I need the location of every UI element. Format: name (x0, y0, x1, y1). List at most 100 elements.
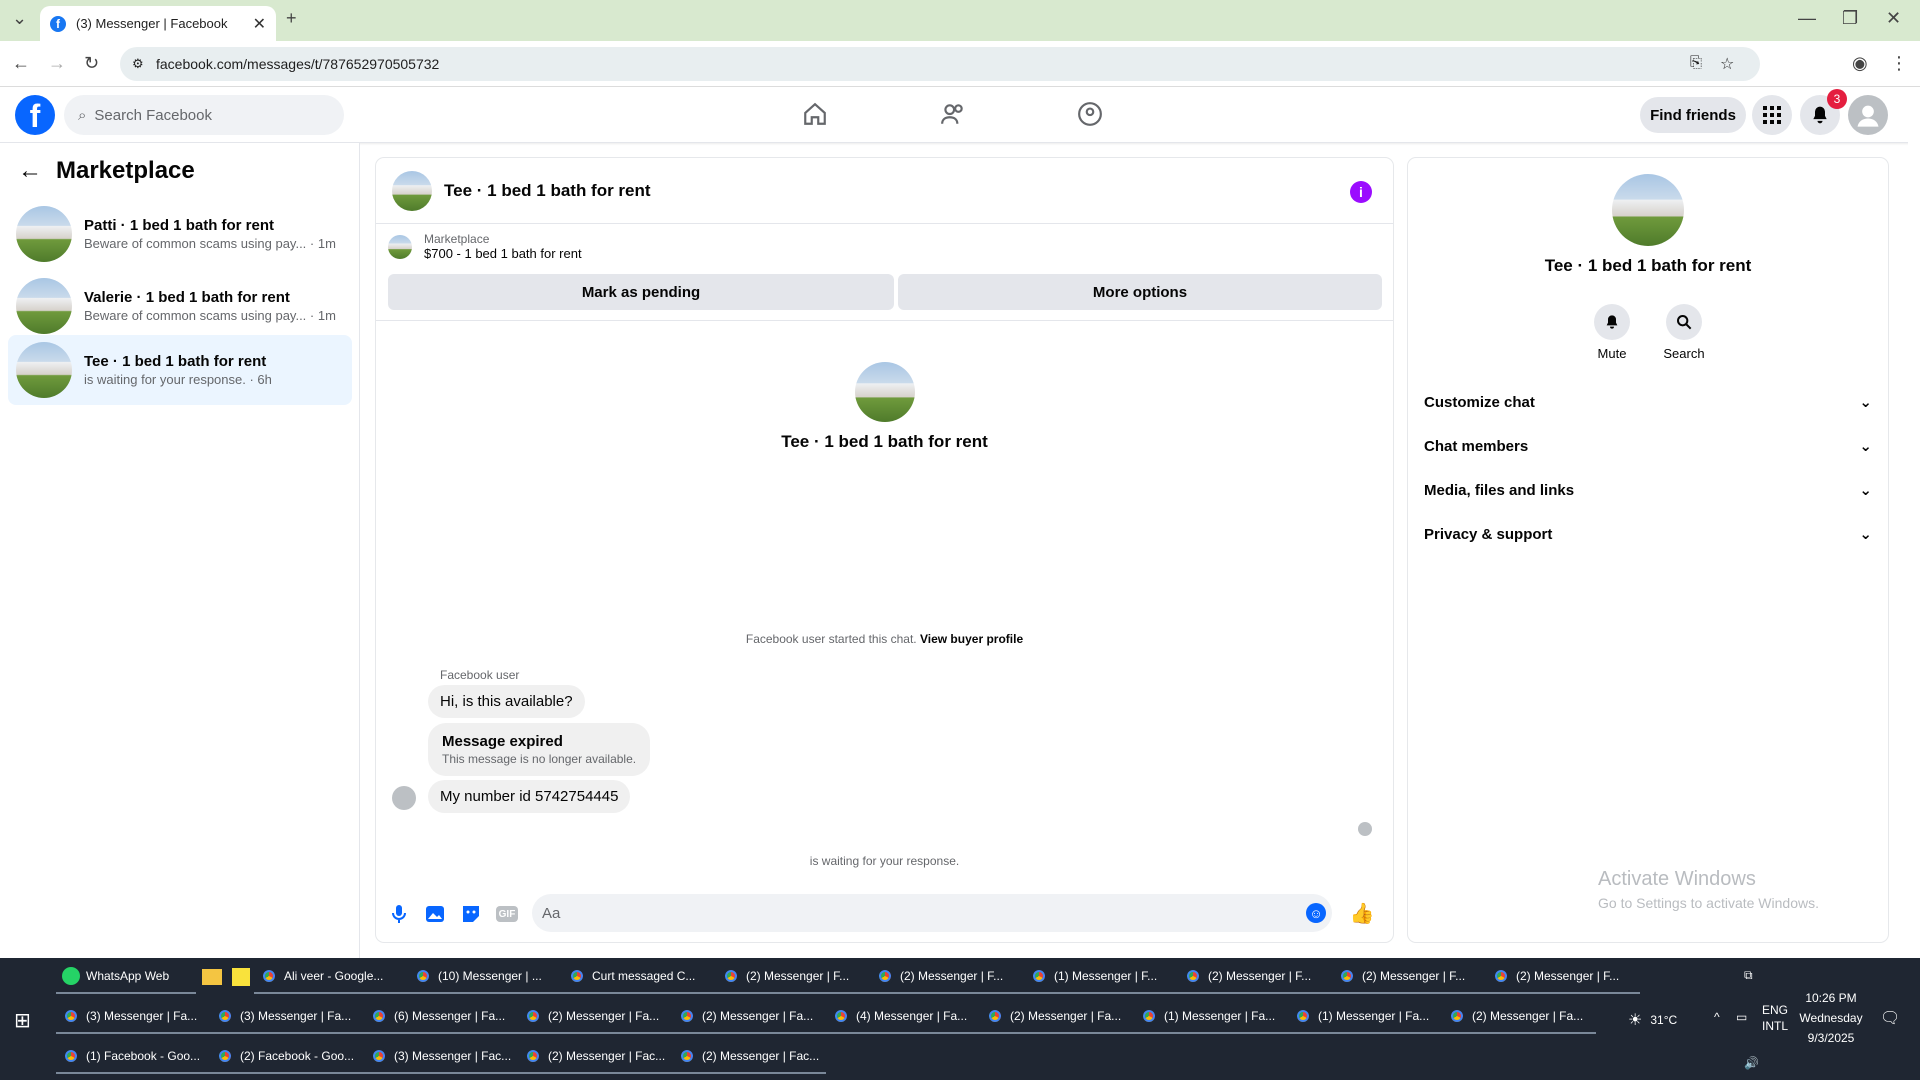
taskbar-window[interactable]: Ali veer - Google... (254, 960, 408, 994)
taskbar-window[interactable]: Curt messaged C... (562, 960, 716, 994)
restore-icon[interactable]: ❐ (1842, 8, 1858, 29)
bookmark-star-icon[interactable]: ☆ (1720, 54, 1734, 74)
info-avatar[interactable] (1612, 174, 1684, 246)
view-buyer-profile-link[interactable]: View buyer profile (920, 632, 1023, 646)
minimize-icon[interactable]: — (1798, 8, 1816, 29)
activate-subtitle: Go to Settings to activate Windows. (1598, 895, 1819, 911)
microphone-icon[interactable] (388, 903, 410, 925)
photo-attach-icon[interactable] (424, 903, 446, 925)
marketplace-listing-banner[interactable]: Marketplace $700 - 1 bed 1 bath for rent (388, 232, 582, 261)
section-privacy-support[interactable]: Privacy & support ⌄ (1424, 512, 1872, 556)
sender-avatar[interactable] (392, 786, 416, 810)
marketplace-label: Marketplace (424, 232, 490, 246)
section-label: Chat members (1424, 437, 1529, 455)
back-arrow-icon[interactable]: ← (18, 157, 42, 185)
browser-toolbar: ← → ↻ ⚙ facebook.com/messages/t/78765297… (0, 41, 1920, 87)
taskbar-window[interactable]: (2) Messenger | F... (1178, 960, 1332, 994)
taskbar-window[interactable]: WhatsApp Web (56, 960, 196, 994)
taskbar-window-title: (2) Messenger | Fa... (1472, 1009, 1584, 1023)
taskbar-window[interactable]: (2) Facebook - Goo... (210, 1040, 364, 1074)
chrome-menu-icon[interactable]: ⋮ (1890, 53, 1908, 74)
taskbar-window[interactable]: (1) Messenger | Fa... (1134, 1000, 1288, 1034)
expired-message-bubble[interactable]: Message expired This message is no longe… (428, 723, 651, 776)
facebook-header: f ⌕ Search Facebook Find friends (0, 87, 1920, 143)
profile-icon[interactable]: ◉ (1852, 53, 1868, 74)
tray-chevron-icon[interactable]: ^ (1714, 1010, 1720, 1024)
window-close-icon[interactable]: ✕ (1886, 8, 1901, 29)
taskbar-window[interactable]: (3) Messenger | Fa... (56, 1000, 210, 1034)
taskbar-window[interactable]: (2) Messenger | Fa... (518, 1000, 672, 1034)
taskbar-window[interactable]: (2) Messenger | F... (1332, 960, 1486, 994)
taskbar-window[interactable]: (2) Messenger | F... (1486, 960, 1640, 994)
taskbar-window[interactable]: (1) Facebook - Goo... (56, 1040, 210, 1074)
taskbar-window[interactable]: (3) Messenger | Fac... (364, 1040, 518, 1074)
message-bubble[interactable]: Hi, is this available? (428, 685, 585, 718)
conversation-item-valerie[interactable]: Valerie · 1 bed 1 bath for rent Beware of… (8, 271, 352, 341)
taskbar-window[interactable]: (2) Messenger | F... (870, 960, 1024, 994)
gif-icon[interactable]: GIF (496, 906, 518, 922)
search-action[interactable]: Search (1654, 304, 1714, 361)
network-icon[interactable]: ▭ (1736, 1010, 1747, 1024)
message-input[interactable]: Aa ☺ (532, 894, 1332, 932)
weather-widget[interactable]: ☀ 31°C (1628, 1010, 1677, 1030)
conversation-item-patti[interactable]: Patti · 1 bed 1 bath for rent Beware of c… (8, 199, 352, 269)
taskbar-window[interactable]: (1) Messenger | Fa... (1288, 1000, 1442, 1034)
new-tab-icon[interactable]: + (286, 8, 297, 29)
taskbar-window[interactable]: (2) Messenger | F... (716, 960, 870, 994)
browser-tab-active[interactable]: f (3) Messenger | Facebook ✕ (40, 6, 276, 41)
thumbs-up-icon[interactable]: 👍 (1350, 902, 1375, 925)
windows-start-icon[interactable]: ⊞ (14, 1008, 31, 1033)
install-app-icon[interactable]: ⎘ (1690, 54, 1702, 71)
language-indicator[interactable]: ENG INTL (1762, 1002, 1788, 1034)
groups-icon[interactable] (1075, 99, 1105, 129)
sticker-icon[interactable] (460, 903, 482, 925)
taskbar-window[interactable]: (2) Messenger | Fa... (672, 1000, 826, 1034)
taskbar-window[interactable]: (3) Messenger | Fa... (210, 1000, 364, 1034)
address-bar[interactable]: ⚙ facebook.com/messages/t/78765297050573… (120, 47, 1760, 81)
taskbar-window[interactable]: (1) Messenger | F... (1024, 960, 1178, 994)
clock[interactable]: 10:26 PM Wednesday 9/3/2025 (1796, 988, 1866, 1048)
taskbar-window[interactable]: (2) Messenger | Fac... (672, 1040, 826, 1074)
volume-icon[interactable]: 🔊 (1744, 1056, 1759, 1070)
tab-search-icon[interactable]: ⌄ (12, 8, 27, 29)
mark-as-pending-button[interactable]: Mark as pending (388, 274, 894, 310)
page-scrollbar[interactable] (1908, 87, 1920, 958)
pinned-file-explorer-and-notes[interactable] (196, 960, 254, 994)
taskbar-window[interactable]: (2) Messenger | Fac... (518, 1040, 672, 1074)
section-chat-members[interactable]: Chat members ⌄ (1424, 424, 1872, 468)
site-info-icon[interactable]: ⚙ (132, 56, 144, 72)
more-options-button[interactable]: More options (898, 274, 1382, 310)
notification-center-icon[interactable]: 🗨 (1880, 1008, 1900, 1028)
section-customize-chat[interactable]: Customize chat ⌄ (1424, 380, 1872, 424)
forward-icon[interactable]: → (48, 53, 66, 74)
intro-avatar[interactable] (854, 362, 915, 422)
find-friends-button[interactable]: Find friends (1640, 97, 1746, 133)
section-media-files-links[interactable]: Media, files and links ⌄ (1424, 468, 1872, 512)
facebook-search-input[interactable]: ⌕ Search Facebook (64, 95, 344, 135)
chat-avatar[interactable] (392, 170, 432, 211)
menu-grid-icon[interactable] (1752, 95, 1792, 135)
mute-action[interactable]: Mute (1582, 304, 1642, 361)
emoji-icon[interactable]: ☺ (1306, 903, 1326, 923)
info-icon[interactable]: i (1350, 181, 1372, 203)
account-avatar[interactable] (1848, 95, 1888, 135)
conversation-item-tee[interactable]: Tee · 1 bed 1 bath for rent is waiting fo… (8, 335, 352, 405)
section-label: Media, files and links (1424, 481, 1575, 499)
search-placeholder: Search Facebook (94, 106, 212, 124)
message-bubble[interactable]: My number id 5742754445 (428, 780, 631, 813)
home-icon[interactable] (800, 99, 830, 129)
sticky-notes-icon[interactable] (232, 968, 250, 986)
taskbar-window[interactable]: (6) Messenger | Fa... (364, 1000, 518, 1034)
chat-title[interactable]: Tee · 1 bed 1 bath for rent (444, 181, 651, 201)
taskbar-window[interactable]: (2) Messenger | Fa... (1442, 1000, 1596, 1034)
task-view-icon[interactable]: ⧉ (1744, 968, 1753, 983)
facebook-logo-icon[interactable]: f (15, 95, 55, 135)
friends-icon[interactable] (938, 99, 968, 129)
file-explorer-icon[interactable] (202, 969, 222, 985)
taskbar-window[interactable]: (4) Messenger | Fa... (826, 1000, 980, 1034)
close-tab-icon[interactable]: ✕ (253, 14, 266, 34)
reload-icon[interactable]: ↻ (84, 53, 99, 74)
back-icon[interactable]: ← (12, 53, 30, 74)
taskbar-window[interactable]: (10) Messenger | ... (408, 960, 562, 994)
taskbar-window[interactable]: (2) Messenger | Fa... (980, 1000, 1134, 1034)
